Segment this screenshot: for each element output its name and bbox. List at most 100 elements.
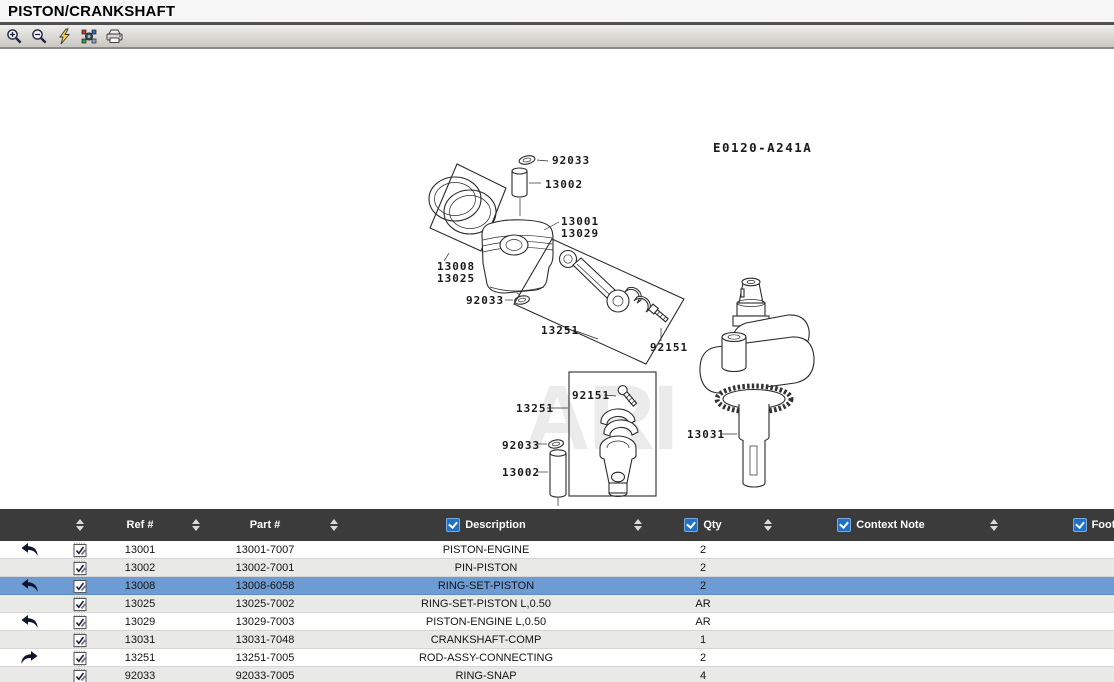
table-row[interactable]: 1300813008-6058RING-SET-PISTON2 — [0, 577, 1114, 595]
zoom-in-icon — [6, 28, 23, 45]
table-row[interactable]: 1302513025-7002RING-SET-PISTON L,0.50AR — [0, 595, 1114, 613]
part-note-icon[interactable] — [58, 559, 102, 576]
context-note-cell — [786, 541, 976, 558]
table-row[interactable]: 1303113031-7048CRANKSHAFT-COMP1 — [0, 631, 1114, 649]
part-note-icon[interactable] — [58, 667, 102, 682]
footnote-cell — [1012, 577, 1114, 594]
part-number-cell: 13031-7048 — [214, 631, 316, 648]
table-row[interactable]: 1300113001-7007PISTON-ENGINE2 — [0, 541, 1114, 559]
spacer-cell — [620, 595, 656, 612]
footnote-cell — [1012, 631, 1114, 648]
hotspots-button[interactable] — [79, 27, 99, 45]
part-note-icon[interactable] — [58, 595, 102, 612]
part-label[interactable]: 92151 — [650, 341, 688, 354]
diagram-canvas[interactable]: ARI E0120-A241A — [0, 49, 1114, 506]
part-label[interactable]: 13029 — [561, 227, 599, 240]
flash-icon — [57, 28, 72, 45]
spacer-cell — [316, 541, 352, 558]
sort-icon[interactable] — [76, 519, 84, 531]
spacer-cell — [976, 541, 1012, 558]
sort-icon[interactable] — [192, 519, 200, 531]
print-icon — [105, 28, 124, 44]
description-cell: RING-SET-PISTON — [352, 577, 620, 594]
part-label[interactable]: 92033 — [502, 439, 540, 452]
qty-cell: 2 — [656, 649, 750, 666]
qty-cell: 4 — [656, 667, 750, 682]
spacer-cell — [620, 649, 656, 666]
column-checkbox[interactable] — [1073, 518, 1087, 532]
column-checkbox[interactable] — [446, 518, 460, 532]
table-row[interactable]: 1302913029-7003PISTON-ENGINE L,0.50AR — [0, 613, 1114, 631]
sort-icon[interactable] — [634, 519, 642, 531]
spacer-cell — [316, 613, 352, 630]
ref-cell: 92033 — [102, 667, 178, 682]
column-checkbox[interactable] — [684, 518, 698, 532]
part-label[interactable]: 13002 — [502, 466, 540, 479]
parts-diagram: ARI E0120-A241A — [0, 49, 1114, 506]
page-title: PISTON/CRANKSHAFT — [8, 3, 175, 20]
footnote-cell — [1012, 541, 1114, 558]
link-cell — [0, 559, 58, 576]
spacer-cell — [976, 631, 1012, 648]
header-part: Part # — [214, 509, 316, 541]
description-cell: RING-SNAP — [352, 667, 620, 682]
spacer-cell — [620, 577, 656, 594]
table-row[interactable]: 9203392033-7005RING-SNAP4 — [0, 667, 1114, 682]
link-cell — [0, 595, 58, 612]
zoom-out-button[interactable] — [29, 27, 49, 45]
ref-cell: 13029 — [102, 613, 178, 630]
part-label[interactable]: 92033 — [552, 154, 590, 167]
context-note-cell — [786, 577, 976, 594]
part-label[interactable]: 13002 — [545, 178, 583, 191]
print-button[interactable] — [104, 27, 124, 45]
ref-cell: 13008 — [102, 577, 178, 594]
part-note-icon[interactable] — [58, 649, 102, 666]
spacer-cell — [750, 649, 786, 666]
footnote-cell — [1012, 613, 1114, 630]
back-arrow-icon[interactable] — [0, 577, 58, 594]
spacer-cell — [750, 595, 786, 612]
sort-icon[interactable] — [330, 519, 338, 531]
context-note-cell — [786, 649, 976, 666]
piston-pin-drawing — [550, 450, 566, 497]
highlight-button[interactable] — [54, 27, 74, 45]
link-cell — [0, 631, 58, 648]
part-label[interactable]: 13251 — [541, 324, 579, 337]
footnote-cell — [1012, 667, 1114, 682]
back-arrow-icon[interactable] — [0, 613, 58, 630]
table-row[interactable]: 1325113251-7005ROD-ASSY-CONNECTING2 — [0, 649, 1114, 667]
zoom-in-button[interactable] — [4, 27, 24, 45]
diagram-toolbar — [0, 25, 1114, 49]
part-label[interactable]: 13031 — [687, 428, 725, 441]
part-note-icon[interactable] — [58, 541, 102, 558]
table-body: 1300113001-7007PISTON-ENGINE21300213002-… — [0, 541, 1114, 682]
part-label[interactable]: 13025 — [437, 272, 475, 285]
spacer-cell — [178, 559, 214, 576]
sort-icon[interactable] — [764, 519, 772, 531]
part-note-icon[interactable] — [58, 613, 102, 630]
spacer-cell — [620, 559, 656, 576]
part-label[interactable]: 92151 — [572, 389, 610, 402]
part-label[interactable]: 92033 — [466, 294, 504, 307]
part-note-icon[interactable] — [58, 577, 102, 594]
context-note-cell — [786, 595, 976, 612]
back-arrow-icon[interactable] — [0, 541, 58, 558]
qty-cell: 2 — [656, 577, 750, 594]
part-note-icon[interactable] — [58, 631, 102, 648]
spacer-cell — [316, 631, 352, 648]
zoom-out-icon — [31, 28, 48, 45]
context-note-cell — [786, 613, 976, 630]
forward-arrow-icon[interactable] — [0, 649, 58, 666]
description-cell: ROD-ASSY-CONNECTING — [352, 649, 620, 666]
qty-cell: 2 — [656, 559, 750, 576]
qty-cell: 2 — [656, 541, 750, 558]
header-spacer — [0, 509, 58, 541]
table-row[interactable]: 1300213002-7001PIN-PISTON2 — [0, 559, 1114, 577]
sort-icon[interactable] — [990, 519, 998, 531]
header-footnote: Foot — [1012, 509, 1114, 541]
column-checkbox[interactable] — [837, 518, 851, 532]
description-cell: CRANKSHAFT-COMP — [352, 631, 620, 648]
part-label[interactable]: 13251 — [516, 402, 554, 415]
spacer-cell — [750, 559, 786, 576]
spacer-cell — [178, 613, 214, 630]
